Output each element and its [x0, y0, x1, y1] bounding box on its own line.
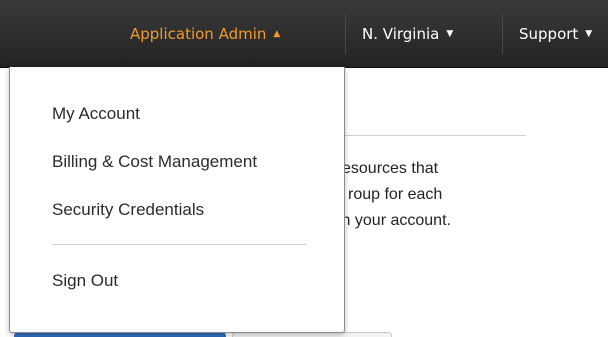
- menu-item-my-account[interactable]: My Account: [52, 104, 140, 124]
- menu-item-sign-out[interactable]: Sign Out: [52, 271, 118, 291]
- caret-down-icon: ▼: [446, 29, 454, 39]
- menu-divider: [52, 244, 306, 245]
- menu-item-security-credentials[interactable]: Security Credentials: [52, 200, 204, 220]
- caret-up-icon: ▲: [273, 29, 281, 39]
- account-menu-label: Application Admin: [130, 25, 267, 43]
- region-menu-label: N. Virginia: [362, 25, 440, 43]
- content-line: in your account.: [338, 212, 451, 229]
- account-dropdown-menu: My Account Billing & Cost Management Sec…: [9, 67, 345, 333]
- content-line: esources that: [342, 160, 439, 177]
- support-menu-label: Support: [519, 25, 579, 43]
- caret-down-icon: ▼: [585, 29, 593, 39]
- content-divider: [338, 135, 526, 136]
- content-description: esources that roup for each in your acco…: [338, 156, 608, 234]
- region-menu-button[interactable]: N. Virginia ▼: [346, 0, 453, 68]
- content-line: roup for each: [348, 186, 443, 203]
- account-menu-button[interactable]: Application Admin ▲: [130, 0, 345, 68]
- top-navbar: Application Admin ▲ N. Virginia ▼ Suppor…: [0, 0, 608, 68]
- support-menu-button[interactable]: Support ▼: [503, 0, 592, 68]
- menu-item-billing[interactable]: Billing & Cost Management: [52, 152, 257, 172]
- page: Application Admin ▲ N. Virginia ▼ Suppor…: [0, 0, 608, 337]
